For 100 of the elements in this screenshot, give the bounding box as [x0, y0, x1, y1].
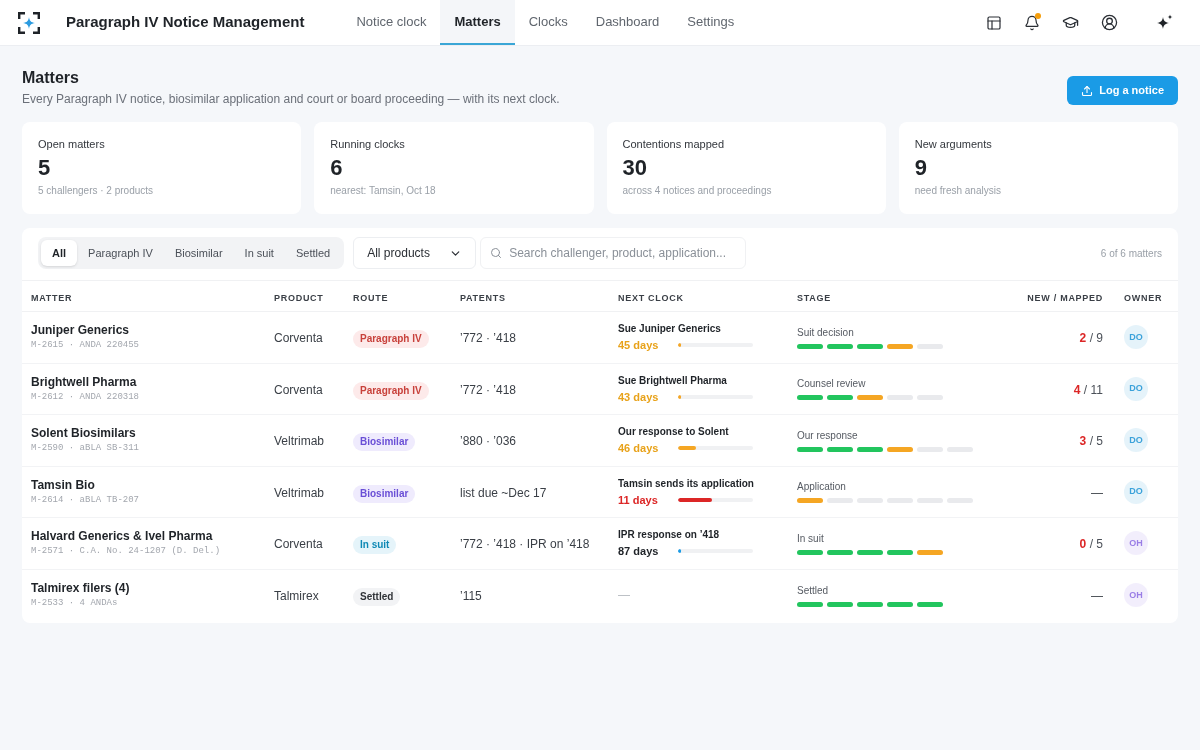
product-cell: Talmirex — [274, 589, 319, 604]
stat-value: 30 — [622, 155, 647, 181]
stage-step-icon — [827, 446, 853, 452]
stage-step-icon — [887, 446, 913, 452]
matter-name: Halvard Generics & Ivel Pharma — [31, 529, 213, 545]
clock-days: 43 days — [618, 389, 678, 404]
stat-value: 5 — [38, 155, 51, 181]
stage-step-icon — [797, 498, 823, 504]
nav-tab[interactable]: Matters — [440, 0, 515, 45]
column-header: OWNER — [1124, 293, 1163, 303]
logo-icon — [18, 11, 40, 34]
stat-label: New arguments — [914, 137, 992, 151]
clock-days: 87 days — [618, 544, 678, 559]
page-title: Matters — [22, 68, 79, 88]
filter-tab[interactable]: Biosimilar — [163, 240, 234, 266]
clock-days: 11 days — [618, 492, 678, 507]
matter-reference: M-2615 · ANDA 220455 — [31, 339, 140, 352]
patents-cell: ’772 · ’418 · IPR on ’418 — [460, 537, 590, 552]
matter-name: Brightwell Pharma — [31, 374, 137, 390]
search-field[interactable]: Search challenger, product, application... — [480, 237, 747, 269]
stat-note: across 4 notices and proceedings — [622, 184, 772, 197]
upload-icon — [1081, 84, 1094, 97]
matter-reference: M-2571 · C.A. No. 24-1207 (D. Del.) — [31, 545, 221, 558]
new-mapped-count: 0 / 5 — [1079, 537, 1103, 552]
layout-icon[interactable] — [986, 14, 1002, 31]
route-badge: Biosimilar — [353, 433, 416, 452]
nav-tab[interactable]: Clocks — [514, 0, 582, 45]
user-icon[interactable] — [1101, 14, 1118, 31]
column-header: MATTER — [31, 293, 73, 303]
stage-step-icon — [857, 446, 883, 452]
stat-note: 5 challengers · 2 products — [38, 184, 154, 197]
stat-note: need fresh analysis — [914, 184, 1001, 197]
clock-title: Our response to Solent — [618, 425, 729, 439]
stat-note: nearest: Tamsin, Oct 18 — [330, 184, 436, 197]
owner-avatar: OH — [1124, 531, 1148, 556]
nav-tab[interactable]: Notice clock — [342, 0, 441, 45]
stage-step-icon — [857, 343, 883, 349]
stage-step-icon — [797, 343, 823, 349]
product-dropdown[interactable]: All products — [353, 237, 477, 269]
filter-tab[interactable]: Paragraph IV — [77, 240, 164, 266]
column-header: NEW / MAPPED — [1027, 293, 1103, 303]
search-icon — [490, 247, 503, 259]
matter-count: 6 of 6 matters — [1100, 246, 1162, 261]
product-cell: Veltrimab — [274, 434, 325, 449]
matter-reference: M-2533 · 4 ANDAs — [31, 597, 118, 610]
owner-avatar: DO — [1124, 428, 1148, 453]
stage-label: Suit decision — [797, 325, 854, 339]
owner-avatar: DO — [1124, 479, 1148, 504]
stage-step-icon — [827, 601, 853, 607]
stage-step-icon — [827, 395, 853, 401]
stage-step-icon — [797, 601, 823, 607]
stage-step-icon — [797, 549, 823, 555]
stage-step-icon — [887, 601, 913, 607]
clock-empty: — — [618, 587, 630, 605]
route-badge: Settled — [353, 588, 401, 607]
nav-tab[interactable]: Dashboard — [581, 0, 674, 45]
stage-label: Application — [797, 480, 846, 494]
stage-step-icon — [857, 601, 883, 607]
stage-step-icon — [827, 343, 853, 349]
stage-step-icon — [797, 446, 823, 452]
column-header: STAGE — [797, 293, 831, 303]
column-header: ROUTE — [353, 293, 389, 303]
stat-value: 9 — [914, 155, 927, 181]
product-cell: Corventa — [274, 382, 323, 397]
matter-name: Juniper Generics — [31, 323, 130, 339]
stat-value: 6 — [330, 155, 343, 181]
column-header: PATENTS — [460, 293, 506, 303]
graduation-cap-icon[interactable] — [1062, 14, 1079, 31]
stage-step-icon — [917, 549, 943, 555]
product-cell: Corventa — [274, 537, 323, 552]
new-mapped-count: 3 / 5 — [1079, 434, 1103, 449]
stage-label: In suit — [797, 531, 824, 545]
new-mapped-count: 4 / 11 — [1073, 382, 1103, 397]
route-badge: Biosimilar — [353, 484, 416, 503]
stage-step-icon — [887, 549, 913, 555]
clock-days: 45 days — [618, 338, 678, 353]
owner-avatar: DO — [1124, 325, 1148, 350]
notifications-icon[interactable] — [1024, 14, 1040, 31]
matter-reference: M-2590 · aBLA SB-311 — [31, 442, 140, 455]
filter-tab[interactable]: Settled — [284, 240, 342, 266]
filter-tab[interactable]: All — [41, 240, 78, 266]
matter-reference: M-2614 · aBLA TB-207 — [31, 493, 140, 506]
product-cell: Veltrimab — [274, 485, 325, 500]
route-badge: Paragraph IV — [353, 381, 429, 400]
stage-step-icon — [827, 549, 853, 555]
owner-avatar: OH — [1124, 583, 1148, 608]
new-mapped-count: 2 / 9 — [1079, 331, 1103, 346]
clock-title: Tamsin sends its application — [618, 476, 754, 490]
new-mapped-empty: — — [1091, 485, 1103, 500]
clock-title: Sue Brightwell Pharma — [618, 373, 727, 387]
nav-tab[interactable]: Settings — [673, 0, 749, 45]
patents-cell: ’115 — [460, 589, 482, 604]
matter-name: Talmirex filers (4) — [31, 581, 130, 597]
stage-step-icon — [857, 549, 883, 555]
matter-name: Tamsin Bio — [31, 477, 95, 493]
route-badge: In suit — [353, 536, 397, 555]
filter-tab[interactable]: In suit — [233, 240, 285, 266]
stage-label: Counsel review — [797, 377, 866, 391]
stage-step-icon — [797, 395, 823, 401]
route-badge: Paragraph IV — [353, 330, 429, 349]
